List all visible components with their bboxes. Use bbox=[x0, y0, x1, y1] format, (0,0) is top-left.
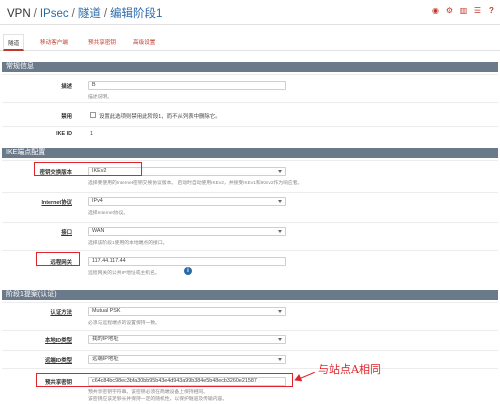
panel-auth-title: 阶段1提案(认证) bbox=[2, 290, 498, 300]
help-icon[interactable]: ? bbox=[487, 6, 496, 15]
row-disabled: 禁用 设置此选项则禁用此阶段1，而不从列表中删除它。 bbox=[2, 102, 498, 126]
description-help: 描述说明。 bbox=[88, 95, 112, 100]
info-icon[interactable]: i bbox=[184, 267, 192, 275]
list-icon[interactable]: ☰ bbox=[473, 6, 482, 15]
internet-protocol-select[interactable]: IPv4 bbox=[88, 197, 286, 206]
disabled-label: 禁用 bbox=[61, 114, 72, 120]
my-identifier-label: 本地ID类型 bbox=[45, 338, 72, 344]
panel-general-title: 常规信息 bbox=[2, 62, 498, 72]
highlight-key-exchange-label bbox=[34, 162, 142, 176]
description-label: 描述 bbox=[61, 84, 72, 90]
header-icons: ◉ ⚙ ▥ ☰ ? bbox=[431, 6, 496, 15]
crumb-separator: / bbox=[33, 8, 37, 20]
panel-ike-title: IKE端点配置 bbox=[2, 148, 498, 158]
tab-bar: 隧道 移动客户端 预共享密钥 高级设置 bbox=[0, 34, 500, 51]
row-peer-identifier: 远端ID类型 远端IP地址 bbox=[2, 350, 498, 368]
tab-mobile-clients[interactable]: 移动客户端 bbox=[40, 38, 68, 46]
row-auth-method: 认证方法 Mutual PSK 必须与远程端点的设置保持一致。 bbox=[2, 302, 498, 330]
gear-icon[interactable]: ⚙ bbox=[445, 6, 454, 15]
crumb-tunnels[interactable]: 隧道 bbox=[78, 8, 101, 20]
top-bar: VPN / IPsec / 隧道 / 编辑阶段1 ◉ ⚙ ▥ ☰ ? bbox=[0, 0, 500, 25]
row-description: 描述 B 描述说明。 bbox=[2, 74, 498, 102]
auth-method-select[interactable]: Mutual PSK bbox=[88, 307, 286, 316]
tab-advanced[interactable]: 高级设置 bbox=[133, 38, 155, 46]
row-internet-protocol: Internet协议 IPv4 选择Internet协议。 bbox=[2, 192, 498, 222]
disabled-checkbox[interactable] bbox=[90, 112, 96, 118]
key-exchange-help: 选择要使用的Internet密钥交换协议版本。 启动时自动使用IKEv2，并接受… bbox=[88, 181, 303, 186]
highlight-pre-shared-key bbox=[36, 373, 293, 387]
ike-id-value: 1 bbox=[90, 131, 93, 137]
pre-shared-key-help-2: 该密钥应该足够长并保持一定的随机性，以保护隧道及传输内容。 bbox=[88, 397, 228, 402]
row-ike-id: IKE ID 1 bbox=[2, 126, 498, 142]
auth-method-help: 必须与远程端点的设置保持一致。 bbox=[88, 321, 160, 326]
disabled-checkbox-text: 设置此选项则禁用此阶段1，而不从列表中删除它。 bbox=[99, 114, 221, 120]
auth-method-label: 认证方法 bbox=[50, 310, 72, 316]
remote-gateway-input[interactable]: 117.44.117.44 bbox=[88, 257, 286, 266]
my-identifier-select[interactable]: 我的IP地址 bbox=[88, 335, 286, 344]
pre-shared-key-help-1: 预共享密钥字符串。该密钥必须在两端设备上保持相同。 bbox=[88, 390, 208, 395]
interface-label: 接口 bbox=[61, 230, 72, 236]
remote-gateway-help: 远程网关的公共IP地址或主机名。 bbox=[88, 271, 160, 276]
description-input[interactable]: B bbox=[88, 81, 286, 90]
peer-identifier-select[interactable]: 远端IP地址 bbox=[88, 355, 286, 364]
ike-id-label: IKE ID bbox=[56, 131, 72, 137]
tab-pre-shared-keys[interactable]: 预共享密钥 bbox=[88, 38, 116, 46]
peer-identifier-label: 远端ID类型 bbox=[45, 358, 72, 364]
internet-protocol-help: 选择Internet协议。 bbox=[88, 211, 129, 216]
crumb-vpn: VPN bbox=[7, 8, 31, 20]
tab-tunnels[interactable]: 隧道 bbox=[3, 34, 25, 51]
highlight-remote-gateway-label bbox=[36, 252, 80, 266]
record-icon[interactable]: ◉ bbox=[431, 6, 440, 15]
row-my-identifier: 本地ID类型 我的IP地址 bbox=[2, 330, 498, 350]
row-interface: 接口 WAN 选择该阶段1使用的本地端点的接口。 bbox=[2, 222, 498, 250]
annotation-note: 与站点A相同 bbox=[318, 363, 381, 376]
chart-icon[interactable]: ▥ bbox=[459, 6, 468, 15]
internet-protocol-label: Internet协议 bbox=[41, 200, 72, 206]
crumb-separator: / bbox=[71, 8, 75, 20]
interface-help: 选择该阶段1使用的本地端点的接口。 bbox=[88, 241, 168, 246]
crumb-separator: / bbox=[103, 8, 108, 20]
interface-select[interactable]: WAN bbox=[88, 227, 286, 236]
crumb-ipsec[interactable]: IPsec bbox=[40, 8, 69, 20]
crumb-edit-phase1[interactable]: 编辑阶段1 bbox=[110, 8, 162, 20]
breadcrumb: VPN / IPsec / 隧道 / 编辑阶段1 bbox=[7, 5, 162, 21]
